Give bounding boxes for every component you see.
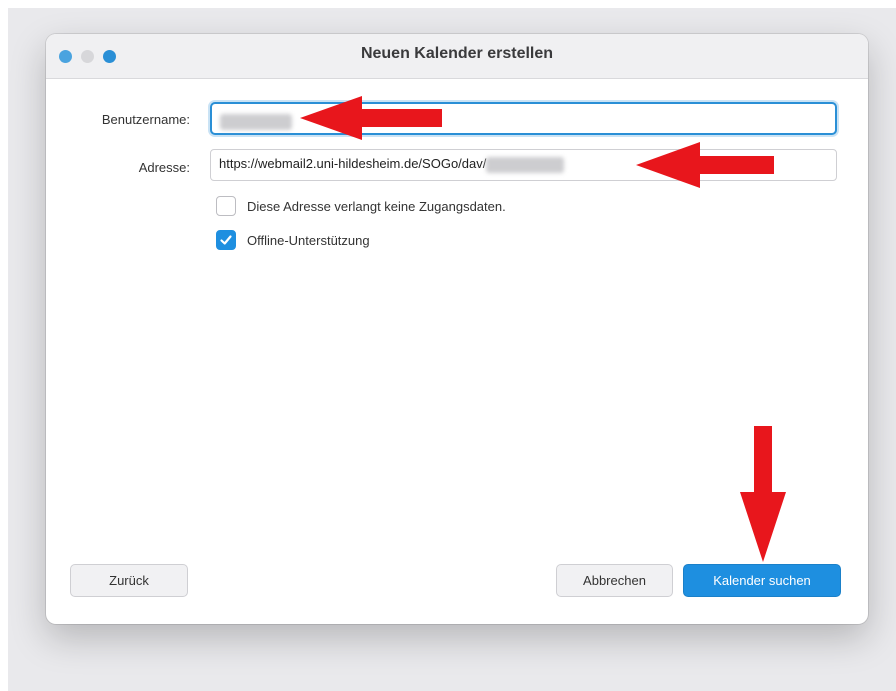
address-value: https://webmail2.uni-hildesheim.de/SOGo/… bbox=[219, 156, 487, 171]
redacted-address-part bbox=[486, 156, 565, 173]
title-bar: Neuen Kalender erstellen bbox=[46, 34, 868, 79]
cancel-button[interactable]: Abbrechen bbox=[556, 564, 673, 597]
redacted-username bbox=[220, 113, 292, 130]
find-calendar-button[interactable]: Kalender suchen bbox=[683, 564, 841, 597]
username-label: Benutzername: bbox=[101, 112, 190, 127]
no-credentials-option[interactable]: Diese Adresse verlangt keine Zugangsdate… bbox=[216, 195, 506, 217]
address-label: Adresse: bbox=[138, 160, 190, 175]
offline-support-option[interactable]: Offline-Unterstützung bbox=[216, 229, 370, 251]
no-credentials-label: Diese Adresse verlangt keine Zugangsdate… bbox=[247, 198, 506, 214]
red-arrow-icon bbox=[636, 142, 774, 188]
back-button[interactable]: Zurück bbox=[70, 564, 188, 597]
red-arrow-icon bbox=[300, 96, 442, 140]
offline-support-checkbox[interactable] bbox=[216, 230, 236, 250]
red-arrow-icon bbox=[740, 426, 786, 562]
offline-support-label: Offline-Unterstützung bbox=[247, 232, 370, 248]
no-credentials-checkbox[interactable] bbox=[216, 196, 236, 216]
window-title: Neuen Kalender erstellen bbox=[360, 45, 554, 62]
checkmark-icon bbox=[220, 235, 232, 245]
